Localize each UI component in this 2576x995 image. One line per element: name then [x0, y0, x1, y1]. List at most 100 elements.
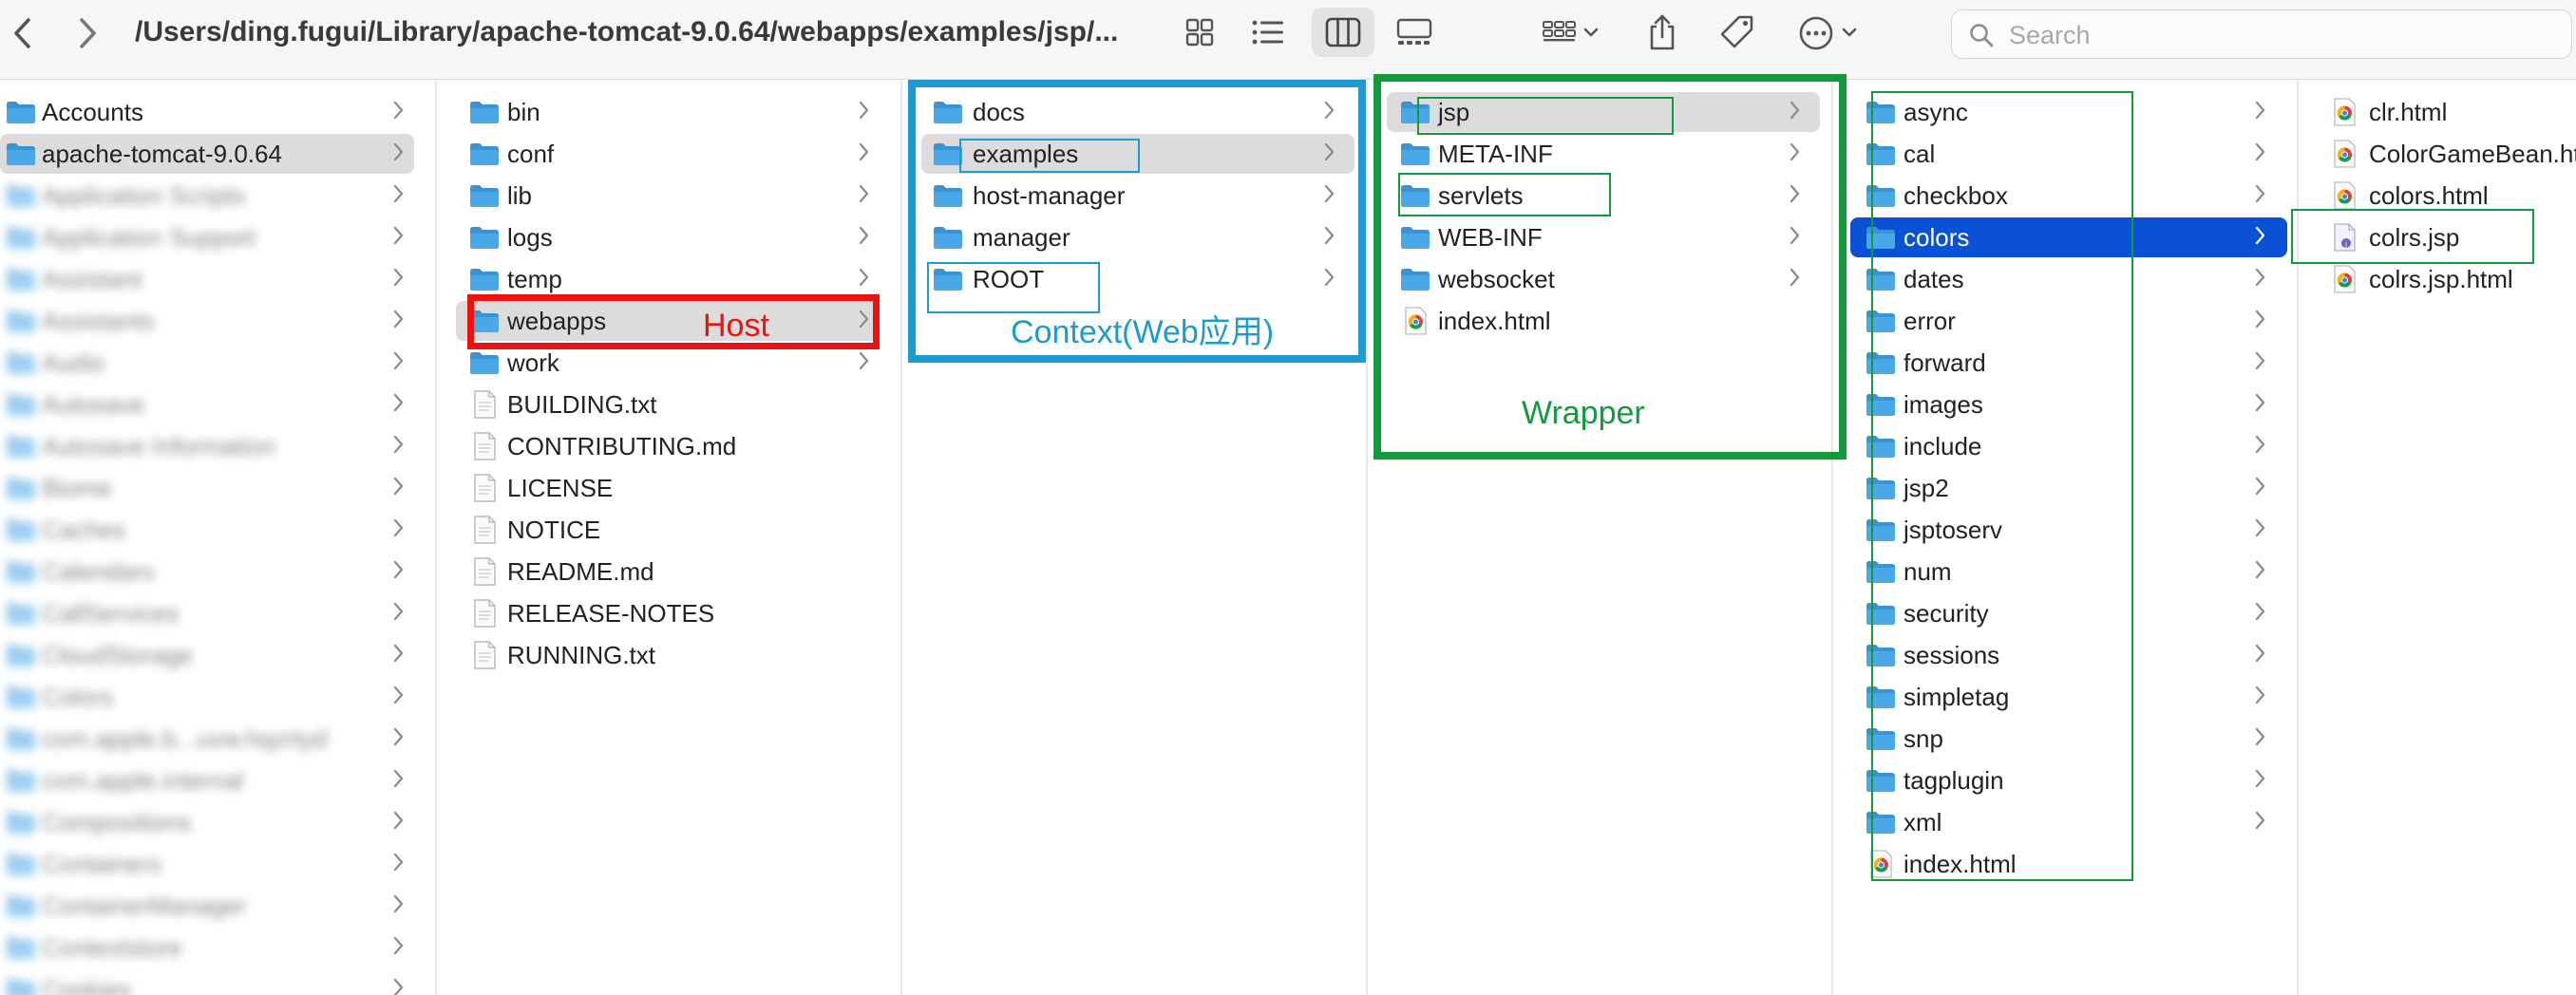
folder-icon — [469, 225, 500, 250]
folder-item[interactable]: Accounts — [0, 92, 435, 132]
gallery-view-button[interactable] — [1383, 8, 1446, 57]
folder-item[interactable]: Biome — [0, 468, 435, 508]
file-item[interactable]: BUILDING.txt — [437, 385, 900, 424]
folder-item[interactable]: snp — [1833, 719, 2297, 759]
file-item[interactable]: index.html — [1833, 844, 2297, 884]
folder-item[interactable]: xml — [1833, 802, 2297, 842]
folder-item[interactable]: WEB-INF — [1368, 217, 1831, 257]
folder-icon — [1866, 350, 1896, 375]
forward-button[interactable] — [66, 9, 108, 57]
folder-item[interactable]: bin — [437, 92, 900, 132]
more-actions-button[interactable] — [1791, 9, 1867, 57]
folder-item[interactable]: com.apple.b...uvw.hqzrtyd — [0, 719, 435, 759]
folder-item[interactable]: Autosave Information — [0, 426, 435, 466]
file-item[interactable]: LICENSE — [437, 468, 900, 508]
folder-item[interactable]: host-manager — [902, 176, 1366, 216]
folder-item[interactable]: colors — [1833, 217, 2297, 257]
folder-item[interactable]: async — [1833, 92, 2297, 132]
folder-item[interactable]: CallServices — [0, 593, 435, 633]
folder-item[interactable]: include — [1833, 426, 2297, 466]
folder-item[interactable]: servlets — [1368, 176, 1831, 216]
folder-item[interactable]: examples — [902, 134, 1366, 174]
folder-item[interactable]: websocket — [1368, 259, 1831, 299]
folder-item[interactable]: Containers — [0, 844, 435, 884]
folder-item[interactable]: com.apple.internal — [0, 760, 435, 800]
file-item[interactable]: colrs.jsp.html — [2299, 259, 2576, 299]
file-item[interactable]: j colrs.jsp — [2299, 217, 2576, 257]
column-webapps[interactable]: docs examples host-manager manager ROOT — [902, 81, 1368, 995]
item-label: CallServices — [42, 599, 180, 628]
folder-item[interactable]: work — [437, 343, 900, 383]
folder-item[interactable]: temp — [437, 259, 900, 299]
folder-item[interactable]: Application Scripts — [0, 176, 435, 216]
file-item[interactable]: ColorGameBean.html — [2299, 134, 2576, 174]
folder-item[interactable]: Assistants — [0, 301, 435, 341]
folder-item[interactable]: docs — [902, 92, 1366, 132]
file-item[interactable]: README.md — [437, 552, 900, 591]
folder-item[interactable]: Contextstore — [0, 928, 435, 967]
text-file-icon — [469, 557, 500, 586]
folder-item[interactable]: Audio — [0, 343, 435, 383]
folder-item[interactable]: forward — [1833, 343, 2297, 383]
folder-item[interactable]: Colors — [0, 677, 435, 717]
column-view-button[interactable] — [1312, 8, 1374, 57]
folder-item[interactable]: security — [1833, 593, 2297, 633]
folder-item[interactable]: apache-tomcat-9.0.64 — [0, 134, 435, 174]
folder-item[interactable]: ROOT — [902, 259, 1366, 299]
file-item[interactable]: index.html — [1368, 301, 1831, 341]
column-tomcat[interactable]: bin conf lib logs temp webapps work BUILDING.tx… — [437, 81, 902, 995]
folder-item[interactable]: jsptoserv — [1833, 510, 2297, 550]
folder-item[interactable]: manager — [902, 217, 1366, 257]
file-item[interactable]: clr.html — [2299, 92, 2576, 132]
folder-item[interactable]: lib — [437, 176, 900, 216]
folder-item[interactable]: Application Support — [0, 217, 435, 257]
column-library[interactable]: Accounts apache-tomcat-9.0.64 Application … — [0, 81, 437, 995]
folder-item[interactable]: sessions — [1833, 635, 2297, 675]
jsp-file-icon: j — [2329, 223, 2359, 252]
folder-item[interactable]: Assistant — [0, 259, 435, 299]
folder-item[interactable]: webapps — [437, 301, 900, 341]
folder-item[interactable]: CloudStorage — [0, 635, 435, 675]
chevron-right-icon — [393, 391, 405, 418]
column-colors[interactable]: clr.html ColorGameBean.html colors.html j co… — [2299, 81, 2576, 995]
item-label: Application Support — [42, 223, 256, 252]
folder-item[interactable]: META-INF — [1368, 134, 1831, 174]
folder-item[interactable]: Compositions — [0, 802, 435, 842]
folder-item[interactable]: Calendars — [0, 552, 435, 591]
file-item[interactable]: RUNNING.txt — [437, 635, 900, 675]
folder-item[interactable]: simpletag — [1833, 677, 2297, 717]
column-jsp[interactable]: async cal checkbox colors dates error forward i… — [1833, 81, 2299, 995]
folder-item[interactable]: tagplugin — [1833, 760, 2297, 800]
item-label: clr.html — [2369, 98, 2448, 126]
tag-button[interactable] — [1712, 8, 1763, 57]
file-item[interactable]: RELEASE-NOTES — [437, 593, 900, 633]
folder-icon — [1866, 141, 1896, 166]
file-item[interactable]: colors.html — [2299, 176, 2576, 216]
icon-view-button[interactable] — [1168, 8, 1231, 57]
folder-icon — [6, 726, 36, 751]
search-field[interactable] — [1951, 9, 2572, 59]
folder-item[interactable]: logs — [437, 217, 900, 257]
folder-item[interactable]: Autosave — [0, 385, 435, 424]
folder-item[interactable]: Caches — [0, 510, 435, 550]
folder-item[interactable]: checkbox — [1833, 176, 2297, 216]
folder-item[interactable]: jsp2 — [1833, 468, 2297, 508]
back-button[interactable] — [2, 9, 44, 57]
chevron-right-icon — [2255, 349, 2266, 376]
folder-item[interactable]: cal — [1833, 134, 2297, 174]
folder-item[interactable]: ContainerManager — [0, 886, 435, 926]
folder-item[interactable]: error — [1833, 301, 2297, 341]
folder-item[interactable]: jsp — [1368, 92, 1831, 132]
group-button[interactable] — [1533, 9, 1609, 57]
column-examples[interactable]: jsp META-INF servlets WEB-INF websocket index… — [1368, 81, 1833, 995]
folder-item[interactable]: images — [1833, 385, 2297, 424]
folder-item[interactable]: num — [1833, 552, 2297, 591]
search-input[interactable] — [2009, 16, 2541, 54]
folder-item[interactable]: Cookies — [0, 969, 435, 995]
share-button[interactable] — [1639, 8, 1685, 57]
file-item[interactable]: NOTICE — [437, 510, 900, 550]
folder-item[interactable]: dates — [1833, 259, 2297, 299]
folder-item[interactable]: conf — [437, 134, 900, 174]
file-item[interactable]: CONTRIBUTING.md — [437, 426, 900, 466]
list-view-button[interactable] — [1237, 8, 1299, 57]
